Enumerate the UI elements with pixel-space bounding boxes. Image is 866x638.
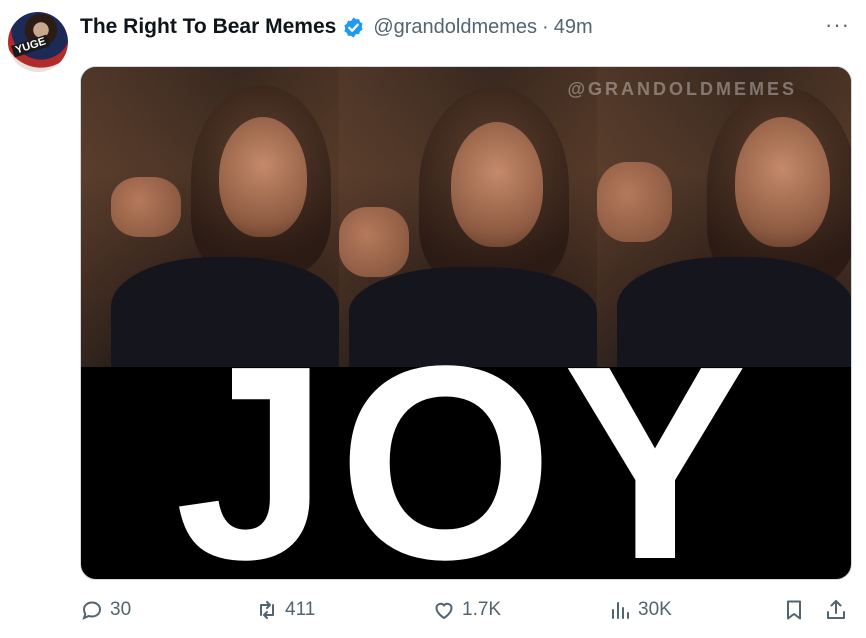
like-count: 1.7K: [462, 599, 502, 620]
tweet-image[interactable]: @GRANDOLDMEMES JOY: [80, 66, 852, 580]
avatar[interactable]: YUGE: [8, 12, 68, 72]
handle[interactable]: @grandoldmemes: [373, 16, 537, 39]
action-bar: 30 411 1.7K 30K: [80, 598, 852, 630]
tweet-header: The Right To Bear Memes @grandoldmemes ·…: [80, 12, 593, 42]
verified-badge-icon: [344, 16, 363, 38]
like-button[interactable]: 1.7K: [432, 598, 501, 622]
heart-icon: [435, 602, 453, 620]
bookmark-icon: [787, 600, 801, 620]
timestamp[interactable]: 49m: [554, 16, 593, 39]
separator: ·: [542, 15, 549, 38]
watermark: @GRANDOLDMEMES: [567, 79, 797, 99]
more-options-icon[interactable]: ···: [825, 12, 850, 38]
share-icon: [827, 600, 845, 619]
repost-icon: [260, 601, 274, 619]
image-caption: JOY: [174, 309, 758, 580]
views-button[interactable]: 30K: [608, 598, 672, 622]
display-name[interactable]: The Right To Bear Memes: [80, 15, 336, 39]
bookmark-button[interactable]: [782, 598, 812, 622]
reply-icon: [82, 601, 102, 620]
view-count: 30K: [638, 599, 672, 620]
reply-count: 30: [110, 599, 132, 620]
repost-button[interactable]: 411: [255, 598, 315, 622]
reply-button[interactable]: 30: [80, 598, 131, 622]
repost-count: 411: [285, 599, 316, 620]
avatar-label: YUGE: [11, 34, 51, 58]
analytics-icon: [612, 602, 629, 619]
share-button[interactable]: [824, 598, 854, 622]
